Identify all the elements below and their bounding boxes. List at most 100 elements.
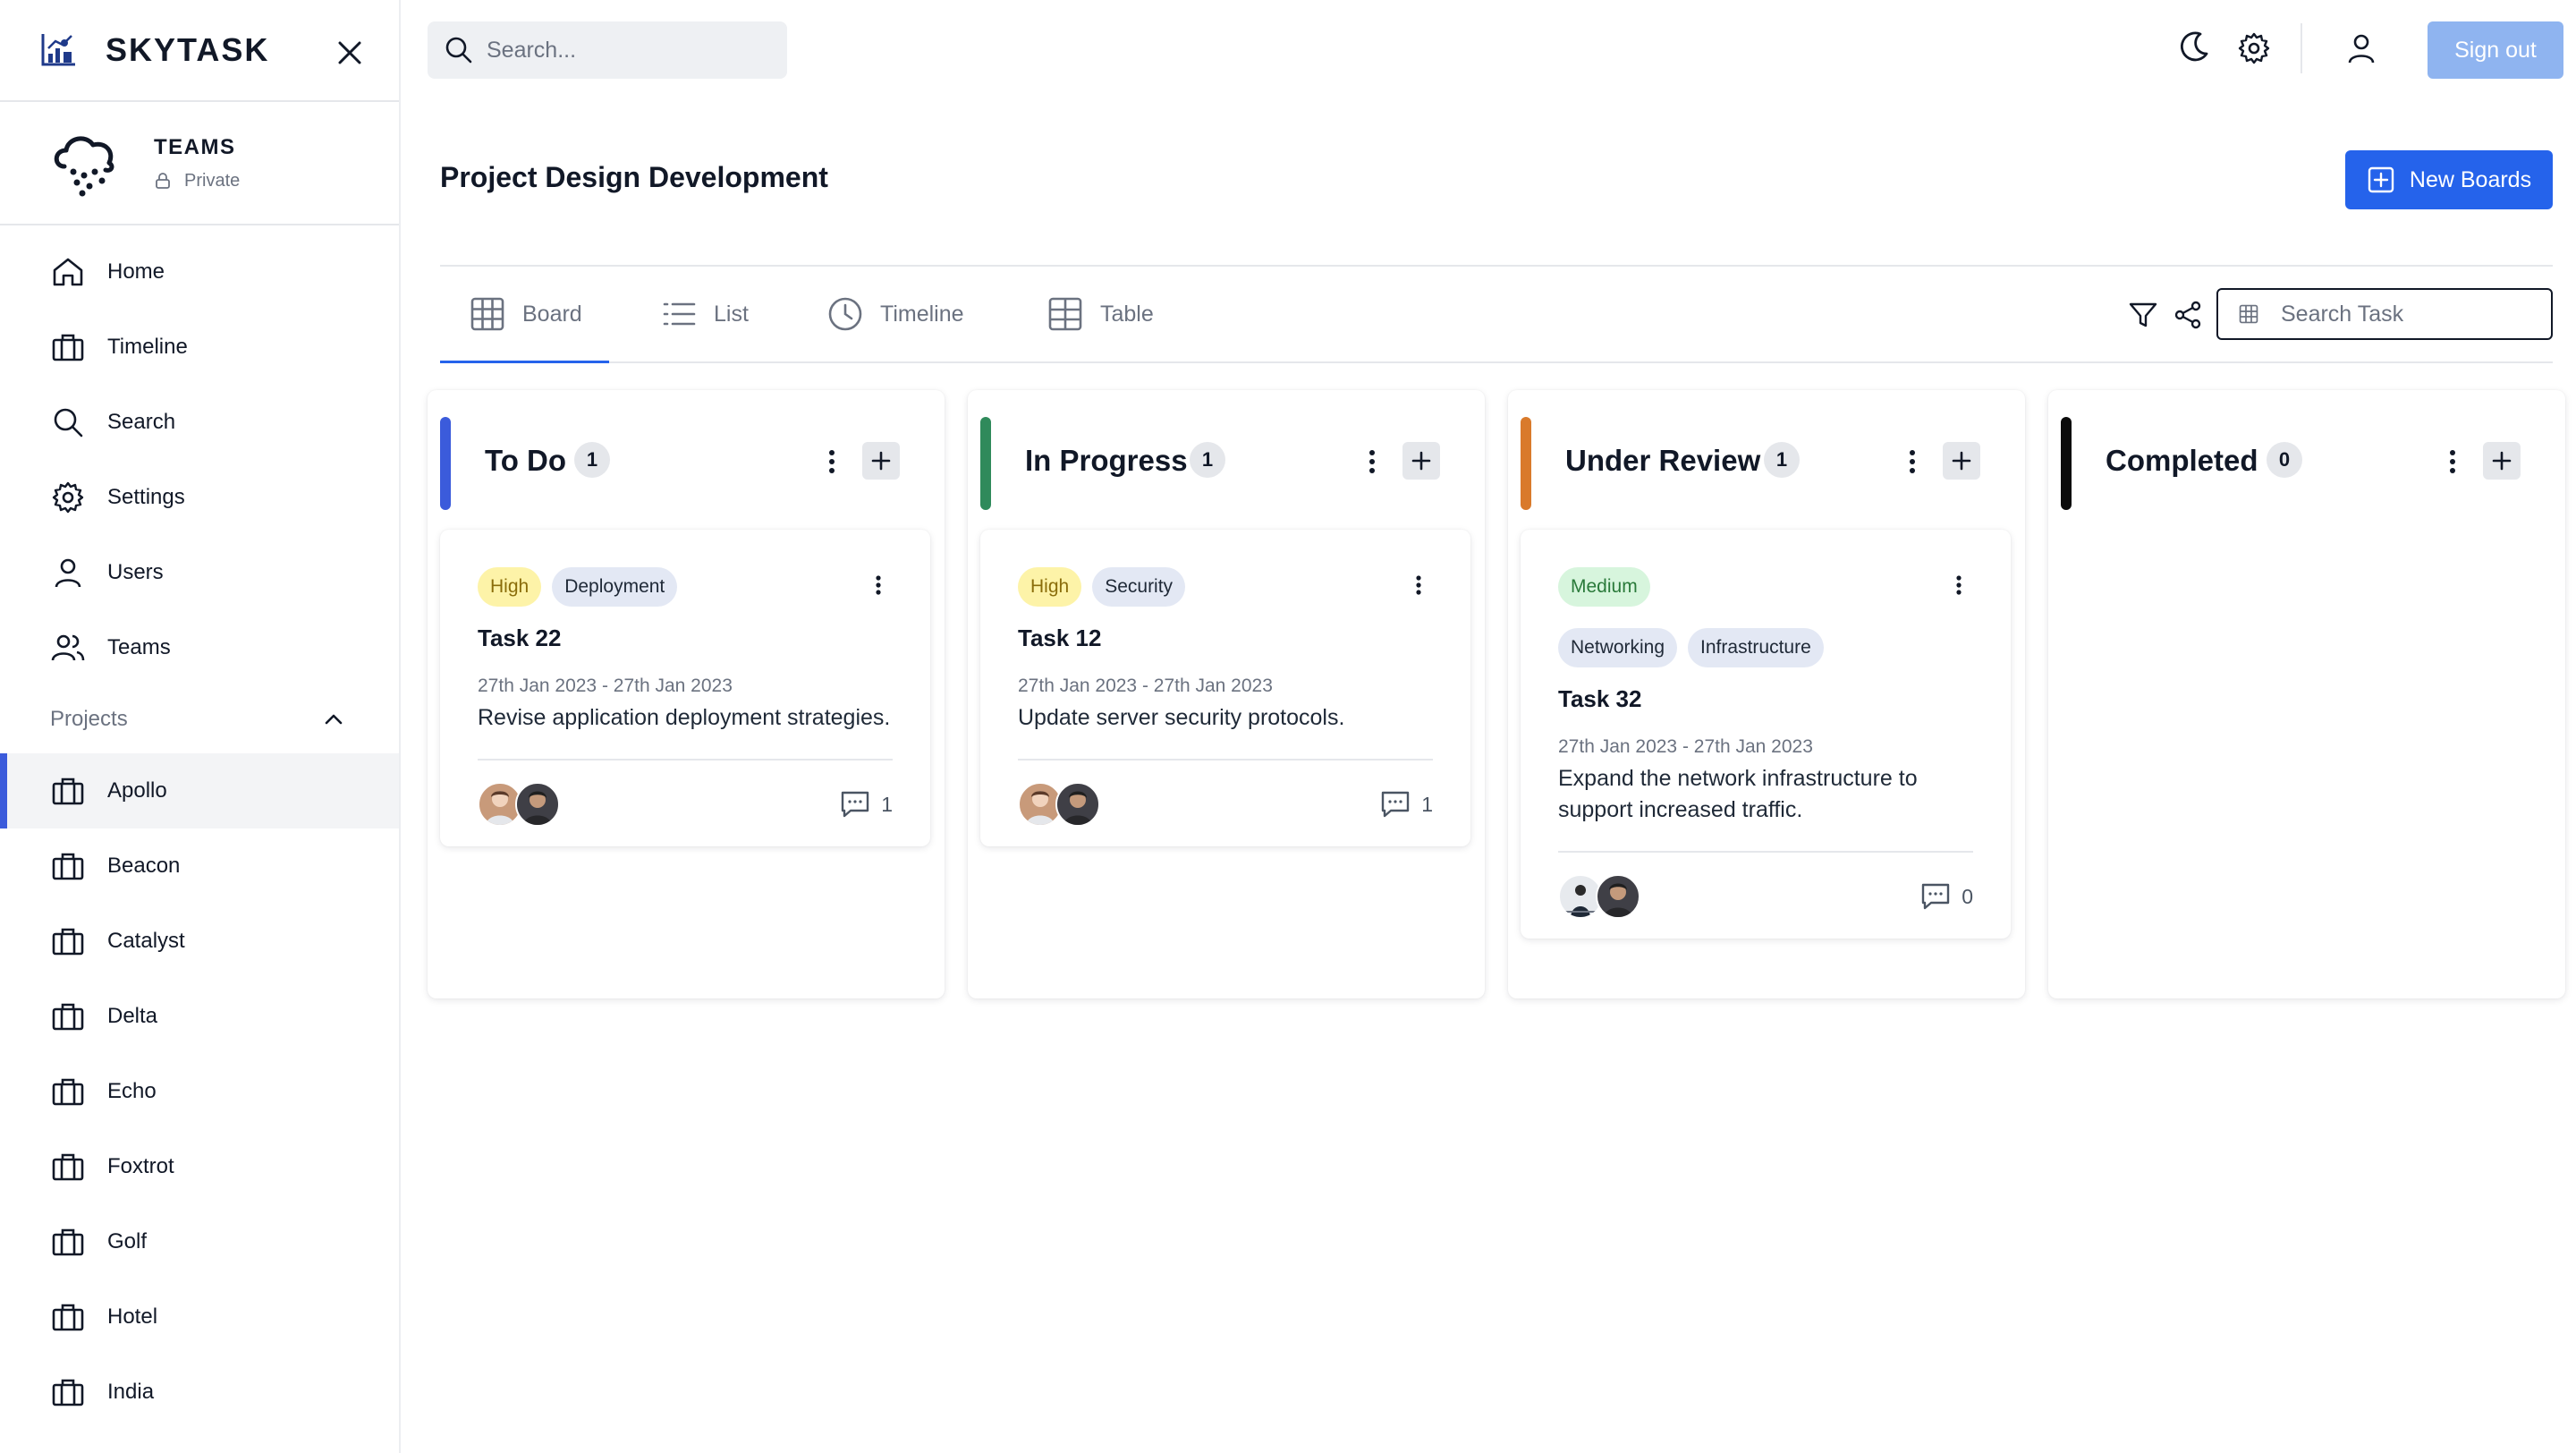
close-icon[interactable] [336, 39, 363, 66]
briefcase-icon [52, 1304, 84, 1331]
chevron-up-icon [325, 714, 343, 725]
avatar[interactable] [1596, 874, 1640, 919]
person-icon [1604, 883, 1632, 917]
column-title: To Do [485, 444, 567, 477]
briefcase-icon [52, 1228, 84, 1256]
comment-count: 1 [1421, 792, 1433, 816]
task-search[interactable] [2216, 288, 2553, 340]
project-label: Delta [107, 1004, 158, 1028]
search-icon [54, 408, 83, 438]
project-item-delta[interactable]: Delta [0, 979, 399, 1054]
tab-list[interactable]: List [660, 267, 749, 361]
user-icon[interactable] [2343, 30, 2379, 66]
share-icon[interactable] [2172, 299, 2204, 331]
card-description: Expand the network infrastructure to sup… [1558, 766, 1918, 822]
add-card-button[interactable] [1943, 442, 1980, 480]
tab-timeline[interactable]: Timeline [826, 267, 964, 361]
comments-count[interactable]: 1 [1378, 787, 1433, 821]
add-card-button[interactable] [2483, 442, 2521, 480]
tab-label: Table [1100, 301, 1154, 327]
team-info[interactable]: TEAMS Private [0, 102, 399, 225]
more-vertical-icon[interactable] [1404, 571, 1433, 599]
global-search[interactable] [428, 21, 787, 79]
project-item-apollo[interactable]: Apollo [0, 753, 399, 828]
task-card[interactable]: Medium Networking Infrastructure Task 32… [1521, 530, 2011, 939]
project-item-partial[interactable] [0, 1430, 399, 1453]
card-tags: High Deployment [478, 567, 893, 607]
add-card-button[interactable] [862, 442, 900, 480]
table-icon [2239, 304, 2258, 324]
column-accent-bar [2061, 417, 2072, 510]
sidebar-item-users[interactable]: Users [0, 535, 399, 610]
project-item-catalyst[interactable]: Catalyst [0, 904, 399, 979]
moon-icon[interactable] [2174, 27, 2213, 66]
task-card[interactable]: High Deployment Task 22 27th Jan 2023 - … [440, 530, 930, 846]
sidebar-item-home[interactable]: Home [0, 234, 399, 310]
gear-icon[interactable] [2236, 30, 2272, 66]
filter-icon[interactable] [2127, 299, 2159, 331]
assignee-avatars [1018, 782, 1100, 827]
avatar[interactable] [1055, 782, 1100, 827]
home-icon [53, 258, 83, 286]
project-item-foxtrot[interactable]: Foxtrot [0, 1129, 399, 1204]
skytask-logo-icon [41, 34, 75, 66]
gear-icon [52, 481, 84, 514]
sidebar-item-label: Search [107, 410, 176, 434]
comments-count[interactable]: 1 [838, 787, 893, 821]
avatar[interactable] [515, 782, 560, 827]
card-footer: 1 [478, 760, 893, 846]
team-visibility-label: Private [184, 170, 241, 191]
sign-out-button[interactable]: Sign out [2428, 21, 2563, 79]
projects-toggle[interactable]: Projects [0, 685, 399, 753]
sidebar-item-settings[interactable]: Settings [0, 460, 399, 535]
project-item-beacon[interactable]: Beacon [0, 828, 399, 904]
project-label: Echo [107, 1079, 157, 1103]
briefcase-icon [50, 1449, 86, 1453]
sidebar-item-label: Users [107, 560, 164, 584]
task-card[interactable]: High Security Task 12 27th Jan 2023 - 27… [980, 530, 1470, 846]
board-column-todo: To Do 1 High Deployment Task 22 27th Jan… [428, 390, 945, 998]
sidebar-item-teams[interactable]: Teams [0, 610, 399, 685]
comment-icon [842, 791, 869, 818]
assignee-avatars [1558, 874, 1640, 919]
tab-board[interactable]: Board [440, 267, 609, 363]
card-title: Task 32 [1558, 685, 1642, 712]
new-boards-button[interactable]: New Boards [2345, 150, 2553, 209]
comments-count[interactable]: 0 [1919, 879, 1973, 913]
more-vertical-icon[interactable] [2436, 446, 2469, 478]
sidebar-item-label: Teams [107, 635, 171, 659]
card-footer: 0 [1558, 853, 1973, 939]
comment-icon [1922, 883, 1950, 910]
sidebar-item-timeline[interactable]: Timeline [0, 310, 399, 385]
card-tags: High Security [1018, 567, 1433, 607]
grid-icon [470, 297, 504, 331]
users-icon [51, 634, 85, 661]
card-date-range: 27th Jan 2023 - 27th Jan 2023 [1018, 676, 1273, 696]
more-vertical-icon[interactable] [1945, 571, 1973, 599]
sidebar-item-search[interactable]: Search [0, 385, 399, 460]
project-item-india[interactable]: India [0, 1355, 399, 1430]
task-search-input[interactable] [2281, 301, 2531, 327]
search-icon [445, 37, 472, 64]
more-vertical-icon[interactable] [1356, 446, 1388, 478]
add-card-button[interactable] [1402, 442, 1440, 480]
card-description: Revise application deployment strategies… [478, 705, 891, 730]
briefcase-icon [52, 777, 84, 805]
category-tag: Infrastructure [1688, 628, 1824, 667]
more-vertical-icon[interactable] [1896, 446, 1928, 478]
board-column-in-progress: In Progress 1 High Security Task 12 27th… [968, 390, 1485, 998]
project-item-hotel[interactable]: Hotel [0, 1279, 399, 1355]
tab-label: Timeline [880, 301, 964, 327]
tab-table[interactable]: Table [1046, 267, 1154, 361]
card-title: Task 12 [1018, 625, 1102, 651]
project-item-golf[interactable]: Golf [0, 1204, 399, 1279]
more-vertical-icon[interactable] [864, 571, 893, 599]
plus-square-icon [2368, 166, 2394, 193]
project-label: Beacon [107, 854, 181, 878]
comment-count: 1 [881, 792, 893, 816]
project-item-echo[interactable]: Echo [0, 1054, 399, 1129]
plus-icon [871, 451, 891, 471]
column-header: Completed 0 [2048, 390, 2565, 533]
more-vertical-icon[interactable] [816, 446, 848, 478]
search-input[interactable] [487, 37, 755, 64]
